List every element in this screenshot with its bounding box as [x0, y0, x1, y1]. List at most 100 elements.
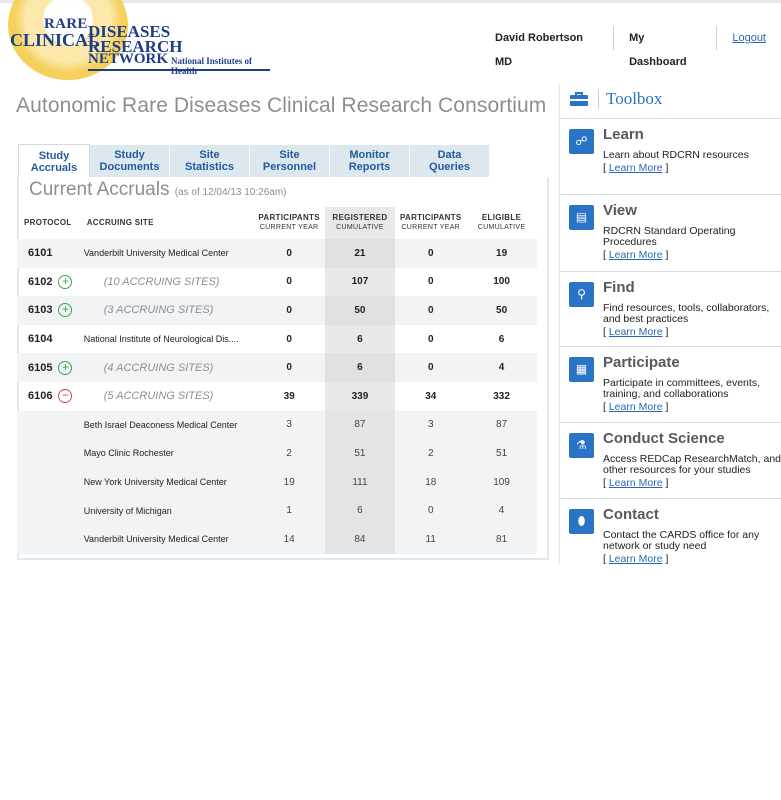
learn-icon[interactable]: ☍: [569, 129, 594, 154]
toolbox-header: Toolbox: [570, 89, 662, 109]
table-header-row: PROTOCOL ACCRUING SITE PARTICIPANTS CURRE…: [17, 207, 537, 239]
user-name-link[interactable]: David Robertson MD: [480, 26, 615, 68]
toolbox-item-conduct-science: ⚗ Conduct Science Access REDCap ResearchMa…: [560, 422, 781, 498]
learn-more-link[interactable]: Learn More: [609, 553, 663, 565]
value-c4: 81: [466, 524, 537, 554]
toolbox-item-participate: ▦ Participate Participate in committees, e…: [560, 346, 781, 422]
protocol-cell: 6102 +: [17, 268, 80, 297]
value-c3: 18: [395, 467, 467, 497]
bracket-open: [: [603, 249, 606, 261]
protocol-cell: [17, 524, 80, 554]
toolbox-item-heading[interactable]: Find: [603, 279, 635, 296]
value-c4: 332: [493, 390, 510, 402]
protocol-cell: [17, 496, 80, 525]
value-c1: 3: [253, 410, 325, 440]
bracket-close: ]: [665, 477, 669, 489]
col-top-label: PARTICIPANTS: [258, 213, 320, 222]
value-c3: 34: [425, 390, 437, 402]
tab-site-statistics[interactable]: Site Statistics: [170, 145, 250, 177]
col-registered-cumulative[interactable]: REGISTERED CUMULATIVE: [324, 207, 396, 239]
toolbox-item-text: Find resources, tools, collaborators, an…: [603, 302, 770, 325]
col-participants-current-2[interactable]: PARTICIPANTS CURRENT YEAR: [395, 207, 466, 239]
bracket-open: [: [603, 162, 606, 174]
learn-more: [ Learn More ]: [603, 163, 781, 174]
bracket-close: ]: [665, 401, 669, 413]
rdcrn-logo[interactable]: RARE CLINICAL DISEASES RESEARCH NETWORK …: [6, 0, 276, 82]
learn-more: [ Learn More ]: [603, 327, 781, 338]
value-c3: 0: [427, 333, 434, 345]
tab-study-accruals[interactable]: Study Accruals: [18, 144, 90, 178]
toolbox-item-heading[interactable]: Conduct Science: [603, 430, 725, 447]
accruing-sites-group[interactable]: (5 ACCRUING SITES): [80, 382, 254, 411]
document-icon[interactable]: ▤: [569, 205, 594, 230]
toolbox-item-heading[interactable]: Contact: [603, 506, 659, 523]
toolbox-item-description: Find resources, tools, collaborators, an…: [603, 303, 781, 338]
col-protocol[interactable]: PROTOCOL: [17, 207, 80, 239]
search-icon[interactable]: ⚲: [569, 282, 594, 307]
toolbox-title: Toolbox: [598, 89, 662, 109]
learn-more-link[interactable]: Learn More: [609, 249, 663, 261]
panel-title: Current Accruals (as of 12/04/13 10:26am…: [29, 179, 286, 201]
science-icon[interactable]: ⚗: [569, 433, 594, 458]
bracket-close: ]: [665, 249, 669, 261]
table-row: 6102 + (10 ACCRUING SITES) 0 107 0 100: [17, 267, 537, 297]
toolbox-sidebar: Toolbox ☍ Learn Learn about RDCRN resource…: [559, 84, 781, 565]
mouse-icon[interactable]: ⬮: [569, 509, 594, 534]
value-c4: 87: [466, 410, 537, 440]
value-c4: 19: [466, 239, 537, 268]
bracket-open: [: [603, 401, 606, 413]
accruing-sites-group[interactable]: (3 ACCRUING SITES): [79, 296, 254, 325]
toolbox-item-heading[interactable]: Participate: [603, 354, 680, 371]
expand-icon[interactable]: +: [58, 303, 73, 318]
protocol-cell: 6106−: [17, 382, 80, 411]
toolbox-item-description: Access REDCap ResearchMatch, and other r…: [603, 454, 781, 489]
toolbox-item-heading[interactable]: Learn: [603, 126, 644, 143]
top-navigation: David Robertson MD My Dashboard Logout: [480, 24, 781, 68]
tab-study-documents[interactable]: Study Documents: [90, 145, 170, 177]
protocol-number: 6104: [28, 333, 53, 346]
col-top-label: REGISTERED: [332, 213, 388, 222]
tab-monitor-reports[interactable]: Monitor Reports: [330, 145, 410, 177]
bracket-close: ]: [665, 162, 669, 174]
tab-site-personnel[interactable]: Site Personnel: [250, 145, 330, 177]
my-dashboard-link[interactable]: My Dashboard: [614, 26, 718, 68]
toolbox-item-text: Access REDCap ResearchMatch, and other r…: [603, 453, 781, 476]
learn-more-link[interactable]: Learn More: [609, 401, 663, 413]
accruing-sites-group[interactable]: (10 ACCRUING SITES): [80, 268, 254, 297]
value-c3: 11: [395, 524, 467, 554]
value-c2: 50: [324, 296, 396, 325]
value-c1: 0: [253, 353, 325, 382]
value-c1: 14: [253, 524, 325, 554]
learn-more-link[interactable]: Learn More: [609, 326, 663, 338]
protocol-cell: [17, 467, 80, 497]
value-c2: 84: [324, 524, 396, 554]
logout-link[interactable]: Logout: [717, 26, 781, 50]
calendar-icon[interactable]: ▦: [569, 357, 594, 382]
protocol-number: 6105: [28, 361, 53, 374]
col-accruing-site[interactable]: ACCRUING SITE: [80, 207, 254, 239]
bracket-open: [: [603, 326, 606, 338]
learn-more-link[interactable]: Learn More: [609, 477, 663, 489]
toolbox-item-text: Learn about RDCRN resources: [603, 149, 749, 161]
col-eligible-cumulative[interactable]: ELIGIBLE CUMULATIVE: [466, 207, 537, 239]
protocol-number: 6102: [28, 275, 53, 288]
tab-data-queries[interactable]: Data Queries: [410, 145, 490, 177]
tab-label: Data Queries: [429, 149, 470, 173]
value-c1: 0: [286, 333, 292, 345]
table-row: Vanderbilt University Medical Center 14 84…: [17, 524, 537, 554]
collapse-icon[interactable]: −: [58, 389, 73, 404]
value-c4: 51: [466, 439, 537, 468]
col-participants-current[interactable]: PARTICIPANTS CURRENT YEAR: [254, 207, 325, 239]
tab-label: Site Statistics: [185, 149, 234, 173]
logo-text-nih: National Institutes of Health: [171, 56, 253, 76]
learn-more-link[interactable]: Learn More: [609, 162, 663, 174]
toolbox-item-heading[interactable]: View: [603, 202, 637, 219]
value-c1: 19: [253, 467, 325, 497]
table-row: University of Michigan 1 6 0 4: [17, 496, 537, 525]
toolbox-item-view: ▤ View RDCRN Standard Operating Procedures…: [560, 194, 781, 271]
expand-icon[interactable]: +: [58, 360, 73, 375]
protocol-cell: [17, 410, 80, 440]
accruing-sites-group[interactable]: (4 ACCRUING SITES): [79, 353, 254, 382]
expand-icon[interactable]: +: [58, 274, 73, 289]
accruals-timestamp: (as of 12/04/13 10:26am): [174, 187, 287, 198]
